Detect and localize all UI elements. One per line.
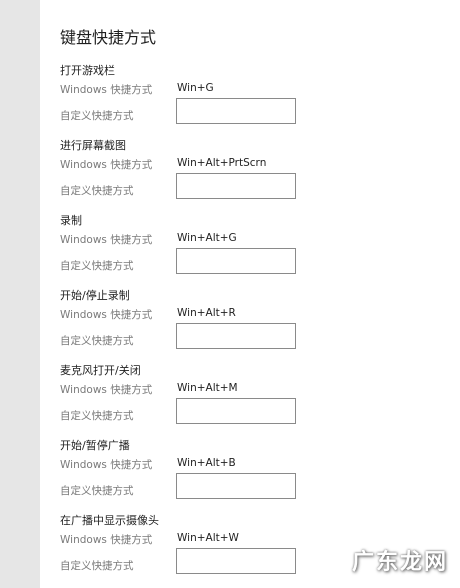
custom-shortcut-input[interactable]	[176, 98, 296, 124]
custom-shortcut-label: 自定义快捷方式	[60, 410, 134, 422]
keyboard-shortcuts-panel: 键盘快捷方式 打开游戏栏 Windows 快捷方式 Win+G 自定义快捷方式 …	[40, 0, 460, 588]
windows-shortcut-label: Windows 快捷方式	[60, 309, 153, 321]
windows-shortcut-label: Windows 快捷方式	[60, 534, 153, 546]
shortcut-section-screenshot: 进行屏幕截图 Windows 快捷方式 Win+Alt+PrtScrn 自定义快…	[60, 137, 440, 209]
shortcut-section-record: 录制 Windows 快捷方式 Win+Alt+G 自定义快捷方式	[60, 212, 440, 284]
custom-shortcut-input[interactable]	[176, 323, 296, 349]
section-title: 录制	[60, 214, 82, 227]
windows-shortcut-value: Win+Alt+PrtScrn	[177, 157, 267, 169]
custom-shortcut-label: 自定义快捷方式	[60, 185, 134, 197]
windows-shortcut-value: Win+Alt+R	[177, 307, 236, 319]
windows-shortcut-value: Win+Alt+G	[177, 232, 237, 244]
windows-shortcut-label: Windows 快捷方式	[60, 459, 153, 471]
windows-shortcut-label: Windows 快捷方式	[60, 234, 153, 246]
section-title: 开始/停止录制	[60, 289, 130, 302]
custom-shortcut-input[interactable]	[176, 248, 296, 274]
windows-shortcut-value: Win+Alt+B	[177, 457, 236, 469]
section-title: 打开游戏栏	[60, 64, 115, 77]
section-title: 进行屏幕截图	[60, 139, 126, 152]
shortcut-section-open-game-bar: 打开游戏栏 Windows 快捷方式 Win+G 自定义快捷方式	[60, 62, 440, 134]
custom-shortcut-input[interactable]	[176, 398, 296, 424]
site-watermark: 广东龙网	[351, 550, 448, 575]
custom-shortcut-input[interactable]	[176, 548, 296, 574]
custom-shortcut-label: 自定义快捷方式	[60, 110, 134, 122]
custom-shortcut-label: 自定义快捷方式	[60, 335, 134, 347]
custom-shortcut-input[interactable]	[176, 173, 296, 199]
section-title: 在广播中显示摄像头	[60, 514, 159, 527]
shortcut-section-start-pause-broadcast: 开始/暂停广播 Windows 快捷方式 Win+Alt+B 自定义快捷方式	[60, 437, 440, 509]
custom-shortcut-label: 自定义快捷方式	[60, 560, 134, 572]
custom-shortcut-label: 自定义快捷方式	[60, 260, 134, 272]
shortcut-section-microphone-toggle: 麦克风打开/关闭 Windows 快捷方式 Win+Alt+M 自定义快捷方式	[60, 362, 440, 434]
windows-shortcut-value: Win+Alt+M	[177, 382, 238, 394]
windows-shortcut-label: Windows 快捷方式	[60, 84, 153, 96]
shortcut-section-start-stop-recording: 开始/停止录制 Windows 快捷方式 Win+Alt+R 自定义快捷方式	[60, 287, 440, 359]
windows-shortcut-label: Windows 快捷方式	[60, 384, 153, 396]
page-title: 键盘快捷方式	[60, 28, 157, 47]
windows-shortcut-label: Windows 快捷方式	[60, 159, 153, 171]
left-sidebar-strip	[0, 0, 40, 588]
windows-shortcut-value: Win+Alt+W	[177, 532, 239, 544]
custom-shortcut-input[interactable]	[176, 473, 296, 499]
section-title: 麦克风打开/关闭	[60, 364, 141, 377]
windows-shortcut-value: Win+G	[177, 82, 214, 94]
custom-shortcut-label: 自定义快捷方式	[60, 485, 134, 497]
section-title: 开始/暂停广播	[60, 439, 130, 452]
